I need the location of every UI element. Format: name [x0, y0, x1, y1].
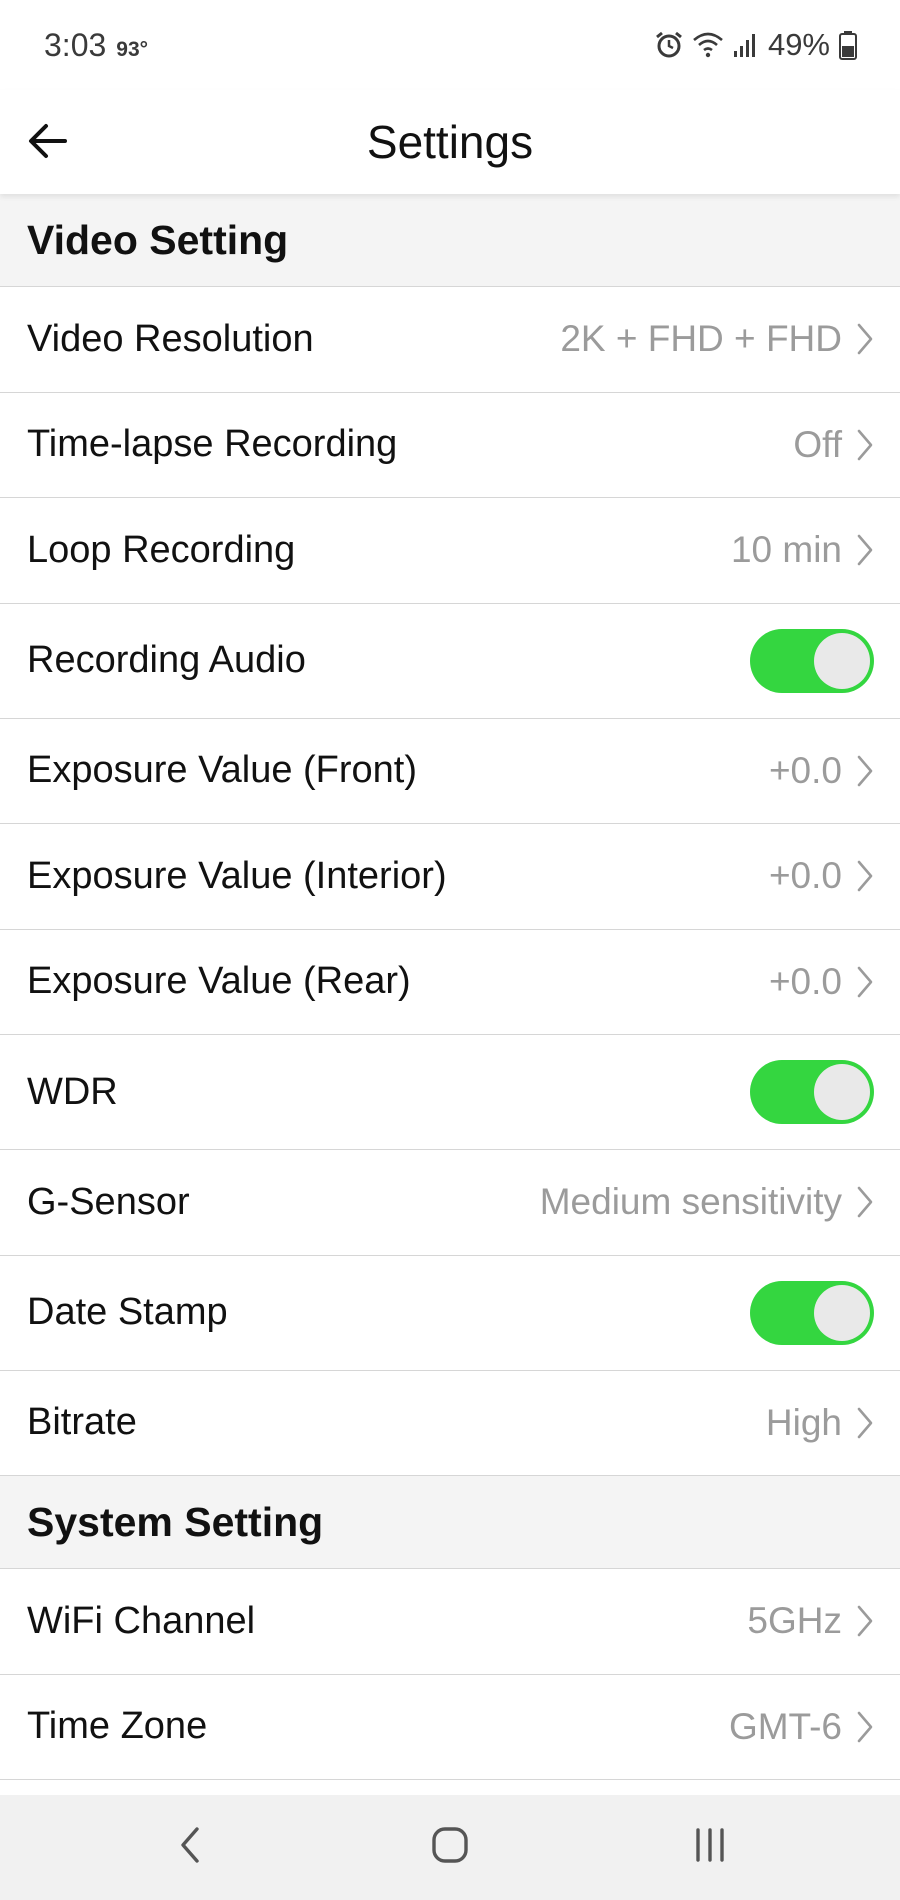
row-value: 10 min: [730, 529, 842, 571]
chevron-right-icon: [856, 1604, 874, 1638]
chevron-right-icon: [856, 1406, 874, 1440]
system-nav-bar: [0, 1795, 900, 1900]
date-stamp-row: Date Stamp: [0, 1255, 900, 1371]
nav-back-icon: [175, 1825, 205, 1870]
loop-recording-row[interactable]: Loop Recording 10 min: [0, 498, 900, 604]
row-label: Loop Recording: [27, 528, 296, 571]
toggle-knob: [814, 632, 870, 689]
row-value: GMT-6: [728, 1705, 842, 1747]
date-stamp-toggle[interactable]: [750, 1280, 874, 1345]
row-right: +0.0: [769, 961, 874, 1003]
row-value: Medium sensitivity: [539, 1181, 842, 1223]
exposure-front-row[interactable]: Exposure Value (Front) +0.0: [0, 718, 900, 824]
chevron-right-icon: [856, 754, 874, 788]
row-value: +0.0: [768, 749, 842, 791]
row-right: High: [766, 1402, 874, 1444]
section-header-system: System Setting: [0, 1476, 900, 1569]
section-title: System Setting: [27, 1498, 324, 1545]
status-temperature: 93°: [116, 37, 149, 61]
row-value: +0.0: [768, 960, 842, 1002]
chevron-right-icon: [856, 322, 874, 356]
row-value: 5GHz: [747, 1600, 842, 1642]
row-label: WDR: [27, 1070, 118, 1113]
app-bar: Settings: [0, 90, 900, 194]
section-header-video: Video Setting: [0, 194, 900, 287]
wdr-toggle[interactable]: [750, 1060, 874, 1124]
page-title: Settings: [366, 116, 534, 168]
row-right: 2K + FHD + FHD: [560, 318, 874, 360]
nav-back-button[interactable]: [130, 1808, 250, 1888]
row-right: GMT-6: [729, 1706, 874, 1748]
recording-audio-toggle[interactable]: [750, 628, 874, 693]
row-right: +0.0: [769, 855, 874, 897]
row-right: +0.0: [769, 750, 874, 792]
row-label: Video Resolution: [27, 317, 314, 360]
row-value: 2K + FHD + FHD: [560, 318, 842, 360]
status-right: 49%: [654, 27, 858, 63]
chevron-right-icon: [856, 1185, 874, 1219]
row-label: Time Zone: [27, 1705, 208, 1748]
row-label: Exposure Value (Rear): [27, 960, 411, 1003]
exposure-rear-row[interactable]: Exposure Value (Rear) +0.0: [0, 929, 900, 1035]
chevron-right-icon: [856, 965, 874, 999]
row-value: Off: [793, 423, 842, 465]
section-title: Video Setting: [27, 216, 289, 263]
signal-icon: [732, 31, 760, 59]
row-right: Medium sensitivity: [540, 1181, 874, 1223]
video-resolution-row[interactable]: Video Resolution 2K + FHD + FHD: [0, 287, 900, 393]
exposure-interior-row[interactable]: Exposure Value (Interior) +0.0: [0, 824, 900, 930]
alarm-icon: [654, 30, 684, 60]
wifi-icon: [692, 31, 724, 59]
row-label: Date Stamp: [27, 1291, 228, 1333]
row-label: WiFi Channel: [27, 1599, 256, 1642]
nav-home-icon: [430, 1825, 470, 1870]
battery-percent: 49%: [767, 27, 830, 62]
row-label: Recording Audio: [27, 639, 306, 681]
status-bar: 3:03 93° 49%: [0, 0, 900, 90]
time-lapse-recording-row[interactable]: Time-lapse Recording Off: [0, 392, 900, 498]
chevron-right-icon: [856, 1710, 874, 1744]
recording-audio-row: Recording Audio: [0, 603, 900, 719]
toggle-knob: [814, 1284, 870, 1341]
chevron-right-icon: [856, 859, 874, 893]
row-right: Off: [793, 424, 874, 466]
nav-home-button[interactable]: [390, 1808, 510, 1888]
row-right: 10 min: [731, 529, 874, 571]
row-right: 5GHz: [747, 1600, 874, 1642]
status-left: 3:03 93°: [44, 27, 148, 64]
toggle-knob: [814, 1064, 870, 1120]
battery-icon: [838, 30, 858, 60]
wdr-row: WDR: [0, 1035, 900, 1150]
row-label: G-Sensor: [27, 1180, 190, 1223]
time-zone-row[interactable]: Time Zone GMT-6: [0, 1674, 900, 1780]
back-button[interactable]: [16, 112, 78, 174]
chevron-right-icon: [856, 533, 874, 567]
row-value: High: [765, 1401, 842, 1443]
nav-recents-icon: [690, 1825, 730, 1870]
row-label: Bitrate: [27, 1401, 137, 1444]
row-label: Time-lapse Recording: [27, 423, 398, 466]
row-value: +0.0: [768, 855, 842, 897]
arrow-left-icon: [27, 123, 67, 164]
row-label: Exposure Value (Interior): [27, 854, 447, 897]
g-sensor-row[interactable]: G-Sensor Medium sensitivity: [0, 1150, 900, 1256]
chevron-right-icon: [856, 428, 874, 462]
bitrate-row[interactable]: Bitrate High: [0, 1370, 900, 1476]
wifi-channel-row[interactable]: WiFi Channel 5GHz: [0, 1569, 900, 1675]
settings-list: Video Setting Video Resolution 2K + FHD …: [0, 194, 900, 1780]
nav-recents-button[interactable]: [650, 1808, 770, 1888]
status-time: 3:03: [44, 26, 107, 63]
row-label: Exposure Value (Front): [27, 749, 418, 792]
